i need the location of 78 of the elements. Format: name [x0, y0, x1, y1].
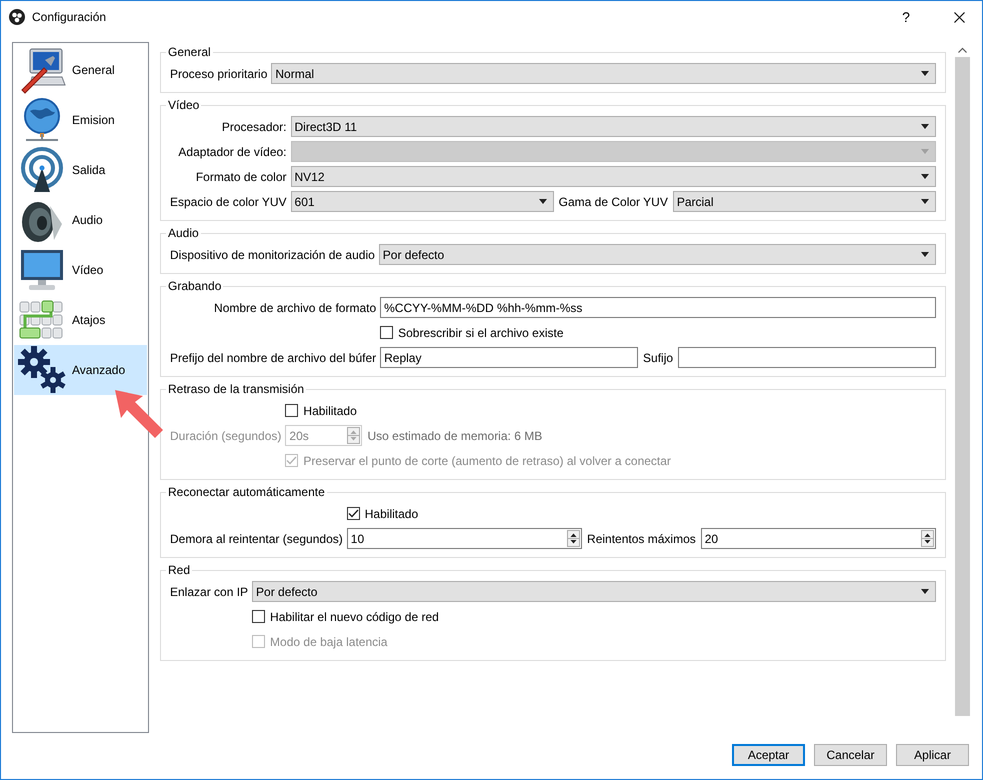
- sidebar-item[interactable]: General: [14, 45, 147, 95]
- sidebar-item[interactable]: Vídeo: [14, 245, 147, 295]
- dropdown[interactable]: Normal: [271, 63, 936, 84]
- field-label: Formato de color: [194, 170, 287, 184]
- dropdown-caret-icon: [921, 252, 929, 257]
- dropdown[interactable]: Direct3D 11: [290, 116, 936, 137]
- field-label: Nombre de archivo de formato: [213, 300, 376, 314]
- group-title: Vídeo: [167, 98, 200, 112]
- field-label: Dispositivo de monitorización de audio: [170, 248, 375, 262]
- checkbox[interactable]: [252, 610, 266, 623]
- sidebar-item-label: Avanzado: [72, 363, 126, 377]
- sidebar-item[interactable]: Atajos: [14, 295, 147, 345]
- scrollbar-thumb[interactable]: [954, 57, 970, 716]
- field-label: Reintentos máximos: [587, 532, 696, 546]
- checkbox-label[interactable]: Habilitado: [364, 506, 418, 520]
- group-title: General: [167, 45, 212, 59]
- annotation-arrow: [113, 388, 165, 440]
- field-label: Adaptador de vídeo:: [177, 144, 287, 158]
- number-field[interactable]: 20: [700, 528, 936, 549]
- field-label: Espacio de color YUV: [170, 194, 287, 208]
- dropdown-caret-icon: [921, 589, 930, 594]
- text-field[interactable]: %CCYY-%MM-%DD %hh-%mm-%ss: [380, 297, 936, 318]
- sidebar-item[interactable]: Emision: [14, 95, 147, 145]
- field-label: Prefijo del nombre de archivo del búfer: [170, 350, 376, 364]
- group-title: Audio: [167, 226, 200, 240]
- checkbox[interactable]: [380, 326, 394, 339]
- group-title: Retraso de la transmisión: [167, 382, 306, 396]
- help-button[interactable]: ?: [883, 2, 929, 32]
- field-label: Demora al reintentar (segundos): [170, 532, 343, 546]
- spin-arrows-icon[interactable]: [921, 530, 934, 547]
- spin-arrows-icon[interactable]: [567, 530, 580, 547]
- group-title: Reconectar automáticamente: [167, 485, 326, 499]
- field-label: Sufijo: [643, 350, 674, 364]
- text-field[interactable]: Replay: [380, 347, 638, 368]
- dropdown-caret-icon: [921, 199, 929, 204]
- sidebar-item[interactable]: Audio: [14, 195, 147, 245]
- dropdown[interactable]: NV12: [290, 166, 936, 187]
- field-label: Procesador:: [220, 120, 287, 134]
- dropdown-caret-icon: [921, 71, 929, 76]
- window-title: Configuración: [32, 10, 108, 24]
- close-icon[interactable]: [954, 12, 964, 22]
- checkbox-label[interactable]: Habilitar el nuevo código de red: [270, 610, 439, 624]
- field-label: Gama de Color YUV: [558, 194, 668, 208]
- checkbox[interactable]: [346, 507, 360, 520]
- sidebar-item-label: Atajos: [72, 313, 106, 327]
- dropdown[interactable]: 601: [290, 191, 554, 212]
- sidebar-item-label: Audio: [72, 213, 103, 227]
- sidebar-item[interactable]: Avanzado: [14, 345, 147, 395]
- field-label: Proceso prioritario: [170, 66, 268, 80]
- field-label: Enlazar con IP: [170, 584, 248, 598]
- dropdown-caret-icon: [921, 124, 930, 129]
- broadcast-antenna-icon: [18, 146, 66, 194]
- checkbox-label[interactable]: Habilitado: [303, 404, 357, 418]
- checkbox[interactable]: [285, 404, 298, 417]
- dropdown-caret-icon: [538, 199, 547, 204]
- dropdown-caret-icon: [921, 149, 929, 154]
- checkbox-label[interactable]: Sobrescribir si el archivo existe: [398, 326, 564, 340]
- text-field[interactable]: [678, 347, 936, 368]
- group-title: Grabando: [167, 279, 222, 293]
- dropdown[interactable]: Por defecto: [378, 244, 936, 265]
- dropdown-caret-icon: [921, 174, 930, 179]
- sidebar-item-label: General: [72, 63, 115, 77]
- sidebar-item-label: Vídeo: [72, 263, 104, 277]
- sidebar-item[interactable]: Salida: [14, 145, 147, 195]
- dropdown[interactable]: Parcial: [672, 191, 936, 212]
- group-title: Red: [167, 563, 192, 577]
- number-field[interactable]: 10: [346, 528, 582, 549]
- memory-note: Uso estimado de memoria: 6 MB: [367, 428, 544, 442]
- field-label: Duración (segundos): [170, 428, 282, 442]
- scroll-up-icon[interactable]: [958, 47, 966, 53]
- dialog-button[interactable]: Aceptar: [732, 744, 805, 766]
- sidebar-item-label: Salida: [72, 163, 106, 177]
- gears-icon: [18, 346, 66, 394]
- dialog-button[interactable]: Cancelar: [814, 744, 887, 766]
- dialog-button[interactable]: Aplicar: [896, 744, 969, 766]
- sidebar-item-label: Emision: [72, 113, 115, 127]
- app-logo-icon: [9, 9, 25, 25]
- dropdown[interactable]: Por defecto: [252, 581, 936, 602]
